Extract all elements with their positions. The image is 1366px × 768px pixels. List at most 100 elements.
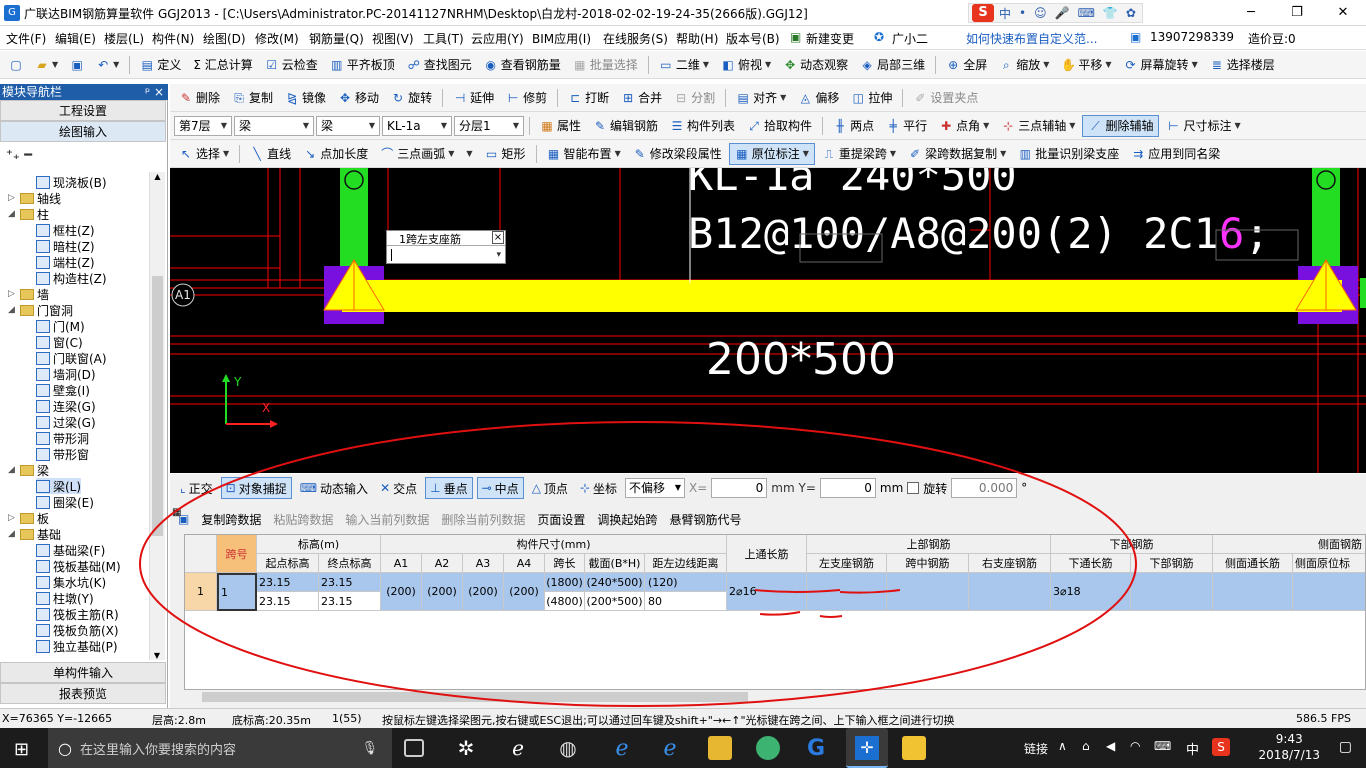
tray-chevron-icon[interactable]: ∧ bbox=[1058, 739, 1067, 753]
flush-slab-button[interactable]: ▥ 平齐板顶 bbox=[325, 54, 400, 76]
three-point-axis-dropdown[interactable]: ⊹ 三点辅轴 ▼ bbox=[996, 115, 1080, 137]
tree-node[interactable]: 框柱(Z) bbox=[36, 222, 95, 238]
windows-start-icon[interactable]: ⊞ bbox=[14, 739, 29, 760]
member-select[interactable]: KL-1a ▼ bbox=[382, 115, 452, 136]
tree-node[interactable]: 梁(L) bbox=[36, 478, 82, 494]
menu-view[interactable]: 视图(V) bbox=[372, 30, 414, 47]
category-select[interactable]: 梁 ▼ bbox=[234, 115, 314, 136]
edit-rebar-button[interactable]: ✎ 编辑钢筋 bbox=[588, 115, 663, 137]
sogou-browser-icon[interactable]: G bbox=[804, 736, 828, 761]
edge-icon[interactable]: ℯ bbox=[506, 736, 530, 760]
tree-node[interactable]: ◢ 基础 bbox=[8, 526, 61, 542]
tree-node[interactable]: ◢ 门窗洞 bbox=[8, 302, 73, 318]
menu-version[interactable]: 版本号(B) bbox=[726, 30, 780, 47]
cell-side-continuous[interactable] bbox=[1213, 573, 1293, 611]
tree-node[interactable]: 门(M) bbox=[36, 318, 85, 334]
360-browser-icon[interactable] bbox=[756, 736, 780, 760]
trim-button[interactable]: ⊢ 修剪 bbox=[501, 87, 552, 109]
zoom-dropdown[interactable]: ⌕ 缩放 ▼ bbox=[994, 54, 1054, 76]
project-settings-button[interactable]: 工程设置 bbox=[0, 100, 166, 121]
column-left[interactable] bbox=[340, 168, 368, 266]
ime-lang[interactable]: 中 bbox=[996, 5, 1014, 22]
tree-node[interactable]: 过梁(G) bbox=[36, 414, 96, 430]
local-3d-button[interactable]: ◈ 局部三维 bbox=[855, 54, 930, 76]
task-view-icon[interactable] bbox=[404, 739, 424, 757]
menu-draw[interactable]: 绘图(D) bbox=[203, 30, 246, 47]
delete-button[interactable]: ✎ 删除 bbox=[174, 87, 225, 109]
tree-node[interactable]: 筏板负筋(X) bbox=[36, 622, 119, 638]
re-extract-span-button[interactable]: ⎍ 重提梁跨 ▼ bbox=[817, 143, 901, 165]
expand-icon[interactable]: ▷ bbox=[8, 289, 17, 299]
taskbar-clock[interactable]: 9:43 2018/7/13 bbox=[1258, 731, 1320, 763]
find-element-button[interactable]: ☍ 查找图元 bbox=[402, 54, 477, 76]
merge-button[interactable]: ⊞ 合并 bbox=[616, 87, 667, 109]
batch-select-button[interactable]: ▦ 批量选择 bbox=[568, 54, 643, 76]
close-button[interactable]: ✕ bbox=[1320, 0, 1366, 26]
parallel-button[interactable]: ╪ 平行 bbox=[881, 115, 932, 137]
span-support-popup[interactable]: 1跨左支座筋 × ▾ bbox=[386, 230, 506, 264]
set-grip-button[interactable]: ✐ 设置夹点 bbox=[908, 87, 983, 109]
tree-node[interactable]: ▷ 轴线 bbox=[8, 190, 61, 206]
view-rebar-button[interactable]: ◉ 查看钢筋量 bbox=[479, 54, 566, 76]
split-button[interactable]: ⊟ 分割 bbox=[669, 87, 720, 109]
ime-voice-icon[interactable]: 🎤 bbox=[1052, 6, 1073, 20]
collapse-icon[interactable]: ◢ bbox=[8, 209, 17, 219]
subcategory-select[interactable]: 梁 ▼ bbox=[316, 115, 380, 136]
offset-button[interactable]: ◬ 偏移 bbox=[793, 87, 844, 109]
ie-icon[interactable]: ℯ bbox=[658, 736, 682, 761]
tree-node[interactable]: 现浇板(B) bbox=[36, 174, 107, 190]
move-button[interactable]: ✥ 移动 bbox=[333, 87, 384, 109]
smart-layout-dropdown[interactable]: ▦ 智能布置 ▼ bbox=[542, 143, 626, 165]
edge-blue-icon[interactable]: ℯ bbox=[610, 736, 634, 761]
tree-node[interactable]: 构造柱(Z) bbox=[36, 270, 107, 286]
collapse-icon[interactable]: ◢ bbox=[8, 305, 17, 315]
expand-icon[interactable]: ▷ bbox=[8, 193, 17, 203]
floor-select[interactable]: 第7层 ▼ bbox=[174, 115, 232, 136]
stretch-button[interactable]: ◫ 拉伸 bbox=[846, 87, 897, 109]
ggj-app-taskbar-icon[interactable]: ✛ bbox=[846, 728, 888, 768]
undo-button[interactable]: ↶ ▼ bbox=[91, 54, 124, 76]
user-phone[interactable]: 13907298339 bbox=[1150, 30, 1234, 44]
help-link[interactable]: 如何快速布置自定义范... bbox=[966, 30, 1097, 47]
tree-node[interactable]: 端柱(Z) bbox=[36, 254, 95, 270]
ime-emoji-icon[interactable]: ☺ bbox=[1031, 6, 1050, 20]
top-view-dropdown[interactable]: ◧ 俯视 ▼ bbox=[716, 54, 776, 76]
delete-aux-axis-button[interactable]: ⟋ 删除辅轴 bbox=[1082, 114, 1160, 137]
menu-tools[interactable]: 工具(T) bbox=[423, 30, 464, 47]
menu-floor[interactable]: 楼层(L) bbox=[104, 30, 144, 47]
menu-edit[interactable]: 编辑(E) bbox=[55, 30, 96, 47]
tree-node[interactable]: ◢ 柱 bbox=[8, 206, 49, 222]
taskbar-search[interactable]: ○ 在这里输入你要搜索的内容 🎙 bbox=[48, 728, 392, 768]
tree-node[interactable]: ▷ 板 bbox=[8, 510, 49, 526]
tray-sogou-icon[interactable]: S bbox=[1212, 738, 1230, 756]
menu-modify[interactable]: 修改(M) bbox=[255, 30, 299, 47]
tree-node[interactable]: 基础梁(F) bbox=[36, 542, 105, 558]
notes-app-icon[interactable] bbox=[902, 736, 926, 760]
cloud-check-button[interactable]: ☑ 云检查 bbox=[260, 54, 323, 76]
open-file-button[interactable]: ▰ ▼ bbox=[30, 54, 63, 76]
panel-pin-close[interactable]: ᵖ × bbox=[145, 84, 168, 100]
batch-identify-supports-button[interactable]: ▥ 批量识别梁支座 bbox=[1013, 143, 1124, 165]
tree-node[interactable]: 柱墩(Y) bbox=[36, 590, 94, 606]
menu-bim[interactable]: BIM应用(I) bbox=[532, 30, 591, 47]
ime-skin-icon[interactable]: 👕 bbox=[1100, 6, 1121, 20]
draw-input-button[interactable]: 绘图输入 bbox=[0, 121, 166, 142]
ime-tools-icon[interactable]: ✿ bbox=[1123, 6, 1139, 20]
popup-dropdown-icon[interactable]: ▾ bbox=[496, 250, 501, 260]
break-button[interactable]: ⊏ 打断 bbox=[563, 87, 614, 109]
tree-node[interactable]: 墙洞(D) bbox=[36, 366, 96, 382]
menu-file[interactable]: 文件(F) bbox=[6, 30, 46, 47]
restore-button[interactable]: ❐ bbox=[1274, 0, 1320, 26]
tree-node[interactable]: 集水坑(K) bbox=[36, 574, 106, 590]
collapse-icon[interactable]: ◢ bbox=[8, 465, 17, 475]
tree-node[interactable]: 门联窗(A) bbox=[36, 350, 107, 366]
microphone-icon[interactable]: 🎙 bbox=[361, 741, 378, 756]
tree-node[interactable]: 窗(C) bbox=[36, 334, 83, 350]
menu-cloud[interactable]: 云应用(Y) bbox=[471, 30, 524, 47]
tray-link[interactable]: 链接 bbox=[1024, 740, 1048, 757]
modify-segment-props-button[interactable]: ✎ 修改梁段属性 bbox=[628, 143, 727, 165]
extend-button[interactable]: ⊣ 延伸 bbox=[448, 87, 499, 109]
tree-node[interactable]: 筏板主筋(R) bbox=[36, 606, 119, 622]
select-floor-button[interactable]: ≣ 选择楼层 bbox=[1205, 54, 1280, 76]
tray-keyboard-icon[interactable]: ⌨ bbox=[1154, 739, 1171, 753]
